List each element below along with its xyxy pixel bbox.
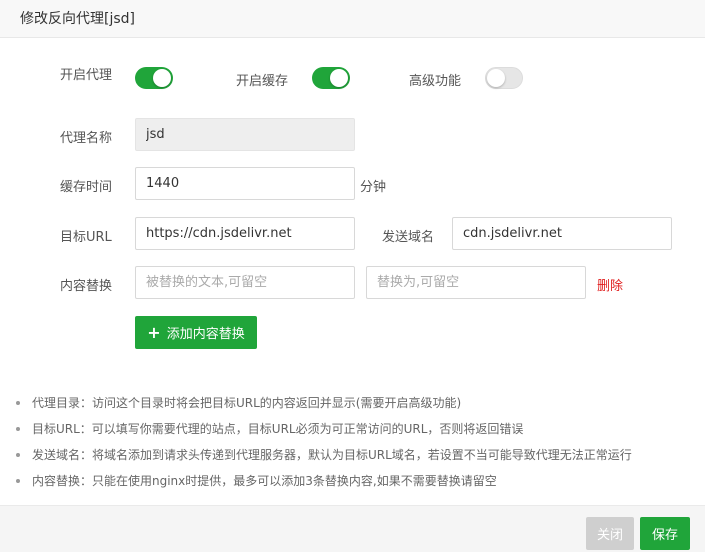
advanced-label: 高级功能 xyxy=(409,74,462,89)
proxy-edit-dialog: 修改反向代理[jsd] 开启代理 开启缓存 高级功能 代理名称 缓存时间 分钟 … xyxy=(0,0,705,552)
enable-proxy-toggle[interactable] xyxy=(135,67,173,89)
plus-icon: + xyxy=(147,322,161,342)
cache-time-unit: 分钟 xyxy=(360,180,387,195)
send-domain-label: 发送域名 xyxy=(382,230,435,245)
cache-time-input[interactable] xyxy=(135,167,355,200)
tip-item: 发送域名：将域名添加到请求头传递到代理服务器，默认为目标URL域名，若设置不当可… xyxy=(16,442,696,468)
cache-time-label: 缓存时间 xyxy=(60,180,113,195)
dialog-title: 修改反向代理[jsd] xyxy=(20,11,135,27)
add-replace-button[interactable]: + 添加内容替换 xyxy=(135,316,257,349)
toggle-knob xyxy=(330,69,348,87)
enable-cache-toggle[interactable] xyxy=(312,67,350,89)
advanced-toggle[interactable] xyxy=(485,67,523,89)
dialog-footer: 关闭 保存 xyxy=(0,505,705,552)
delete-replace-link[interactable]: 删除 xyxy=(597,275,623,294)
toggle-knob xyxy=(153,69,171,87)
toggle-knob xyxy=(487,69,505,87)
save-button[interactable]: 保存 xyxy=(640,517,690,550)
dialog-titlebar: 修改反向代理[jsd] xyxy=(0,0,705,38)
target-url-label: 目标URL xyxy=(60,230,112,245)
proxy-name-input xyxy=(135,118,355,151)
send-domain-input[interactable] xyxy=(452,217,672,250)
tip-item: 代理目录：访问这个目录时将会把目标URL的内容返回并显示(需要开启高级功能) xyxy=(16,390,696,416)
close-button[interactable]: 关闭 xyxy=(586,517,634,550)
proxy-name-label: 代理名称 xyxy=(60,131,113,146)
help-tips-list: 代理目录：访问这个目录时将会把目标URL的内容返回并显示(需要开启高级功能) 目… xyxy=(16,390,696,494)
add-replace-button-label: 添加内容替换 xyxy=(166,327,245,342)
content-replace-label: 内容替换 xyxy=(60,279,113,294)
tip-item: 目标URL：可以填写你需要代理的站点，目标URL必须为可正常访问的URL，否则将… xyxy=(16,416,696,442)
target-url-input[interactable] xyxy=(135,217,355,250)
enable-cache-label: 开启缓存 xyxy=(236,74,289,89)
tip-item: 内容替换：只能在使用nginx时提供，最多可以添加3条替换内容,如果不需要替换请… xyxy=(16,468,696,494)
replace-to-input[interactable] xyxy=(366,266,586,299)
replace-from-input[interactable] xyxy=(135,266,355,299)
enable-proxy-label: 开启代理 xyxy=(60,68,113,83)
